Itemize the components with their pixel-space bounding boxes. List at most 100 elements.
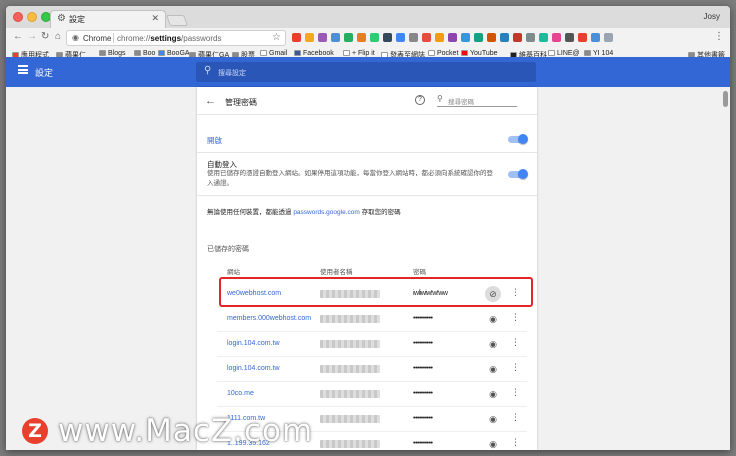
extension-icon[interactable] — [526, 33, 535, 42]
home-icon[interactable]: ⌂ — [55, 31, 61, 42]
password-site-link[interactable]: login.104.com.tw — [227, 365, 280, 372]
more-actions-icon[interactable]: ⋮ — [511, 412, 520, 423]
menu-icon[interactable] — [18, 65, 28, 74]
bookmark-item[interactable]: YouTube — [461, 50, 498, 57]
reload-icon[interactable]: ↻ — [41, 31, 49, 42]
extension-icon[interactable] — [604, 33, 613, 42]
bookmark-item[interactable]: YI 104 — [584, 50, 613, 57]
bookmark-item[interactable]: + Flip it — [343, 50, 375, 57]
gear-icon: ⚙ — [57, 13, 66, 24]
password-site-link[interactable]: members.000webhost.com — [227, 315, 311, 322]
more-actions-icon[interactable]: ⋮ — [511, 312, 520, 323]
bookmark-item[interactable]: Pocket — [428, 50, 458, 57]
extension-icon[interactable] — [565, 33, 574, 42]
extension-icon[interactable] — [591, 33, 600, 42]
browser-menu-icon[interactable]: ⋮ — [714, 31, 724, 42]
bookmark-item[interactable]: Facebook — [294, 50, 334, 57]
extensions-row — [292, 33, 613, 42]
extension-icon[interactable] — [448, 33, 457, 42]
bookmark-label: BooGA — [167, 50, 190, 57]
extension-icon[interactable] — [422, 33, 431, 42]
scrollbar-thumb[interactable] — [723, 91, 728, 107]
eye-icon[interactable]: ◉ — [485, 312, 501, 326]
close-tab-icon[interactable]: ✕ — [151, 13, 159, 24]
eye-icon[interactable]: ◉ — [485, 337, 501, 351]
extension-icon[interactable] — [487, 33, 496, 42]
password-row[interactable]: 10co.me •••••••••• ◉ ⋮ — [217, 381, 527, 407]
extension-icon[interactable] — [513, 33, 522, 42]
column-header-site: 網站 — [227, 269, 240, 276]
forward-icon[interactable]: → — [27, 31, 37, 42]
address-scheme: Chrome — [83, 34, 112, 43]
eye-icon[interactable]: ◉ — [485, 412, 501, 426]
search-icon: ⚲ — [204, 65, 212, 76]
extension-icon[interactable] — [461, 33, 470, 42]
browser-window: ⚙ 設定 ✕ Josy ← → ↻ ⌂ ◉ Chrome chrome://se… — [6, 6, 730, 450]
bookmark-label: Gmail — [269, 50, 288, 57]
back-arrow-icon[interactable]: ← — [205, 95, 216, 107]
password-value: •••••••••• — [413, 440, 433, 447]
profile-name[interactable]: Josy — [704, 12, 720, 21]
password-site-link[interactable]: 10co.me — [227, 390, 254, 397]
extension-icon[interactable] — [344, 33, 353, 42]
bookmark-item[interactable]: BooGA — [158, 50, 190, 57]
extension-icon[interactable] — [409, 33, 418, 42]
password-value: •••••••••• — [413, 340, 433, 347]
passwords-google-link[interactable]: passwords.google.com — [293, 209, 359, 216]
extension-icon[interactable] — [435, 33, 444, 42]
password-row[interactable]: login.104.com.tw •••••••••• ◉ ⋮ — [217, 356, 527, 382]
bookmark-favicon-icon — [134, 50, 141, 56]
bookmark-item[interactable]: LINE@ — [548, 50, 580, 57]
more-actions-icon[interactable]: ⋮ — [511, 362, 520, 373]
scrollbar[interactable] — [718, 87, 730, 450]
extension-icon[interactable] — [383, 33, 392, 42]
password-search-input[interactable]: ⚲ 搜尋密碼 — [437, 94, 517, 107]
password-site-link[interactable]: login.104.com.tw — [227, 340, 280, 347]
page-title: 設定 — [35, 68, 54, 78]
address-bar[interactable]: ◉ Chrome chrome://settings/passwords ☆ — [66, 30, 286, 46]
extension-icon[interactable] — [357, 33, 366, 42]
bookmark-label: + Flip it — [352, 50, 375, 57]
extension-icon[interactable] — [305, 33, 314, 42]
back-icon[interactable]: ← — [13, 31, 23, 42]
offer-save-toggle[interactable] — [508, 134, 528, 144]
eye-icon[interactable]: ◉ — [485, 362, 501, 376]
close-window-button[interactable] — [13, 12, 23, 22]
password-row[interactable]: login.104.com.tw •••••••••• ◉ ⋮ — [217, 331, 527, 357]
settings-search-input[interactable]: ⚲ 搜尋設定 — [196, 62, 536, 82]
eye-icon[interactable]: ◉ — [485, 437, 501, 450]
more-actions-icon[interactable]: ⋮ — [511, 437, 520, 448]
more-actions-icon[interactable]: ⋮ — [511, 387, 520, 398]
extension-icon[interactable] — [578, 33, 587, 42]
tab-settings[interactable]: ⚙ 設定 ✕ — [50, 10, 166, 28]
extension-icon[interactable] — [539, 33, 548, 42]
extension-icon[interactable] — [474, 33, 483, 42]
bookmark-favicon-icon — [548, 50, 555, 56]
autosignin-toggle[interactable] — [508, 169, 528, 179]
extension-icon[interactable] — [331, 33, 340, 42]
extension-icon[interactable] — [500, 33, 509, 42]
extension-icon[interactable] — [292, 33, 301, 42]
bookmark-label: YI 104 — [593, 50, 614, 57]
new-tab-button[interactable] — [165, 15, 189, 26]
bookmark-star-icon[interactable]: ☆ — [272, 32, 281, 43]
more-actions-icon[interactable]: ⋮ — [511, 337, 520, 348]
bookmark-item[interactable]: Gmail — [260, 50, 287, 57]
site-info-icon[interactable]: ◉ — [72, 33, 79, 42]
password-value: •••••••••• — [413, 415, 433, 422]
bookmark-item[interactable]: Blogs — [99, 50, 126, 57]
address-separator — [113, 33, 114, 43]
minimize-window-button[interactable] — [27, 12, 37, 22]
help-icon[interactable]: ? — [415, 95, 425, 105]
extension-icon[interactable] — [318, 33, 327, 42]
eye-icon[interactable]: ◉ — [485, 387, 501, 401]
password-row[interactable]: members.000webhost.com •••••••••• ◉ ⋮ — [217, 306, 527, 332]
extension-icon[interactable] — [396, 33, 405, 42]
watermark-text: www.MacZ.com — [58, 413, 314, 449]
highlight-box — [219, 277, 533, 307]
address-url: chrome://settings/passwords — [117, 34, 222, 43]
extension-icon[interactable] — [552, 33, 561, 42]
settings-main: ← 管理密碼 ? ⚲ 搜尋密碼 開啟 自動登入 使用已儲存的憑證自動登入網站。如… — [6, 87, 730, 450]
extension-icon[interactable] — [370, 33, 379, 42]
bookmark-item[interactable]: Boo — [134, 50, 155, 57]
